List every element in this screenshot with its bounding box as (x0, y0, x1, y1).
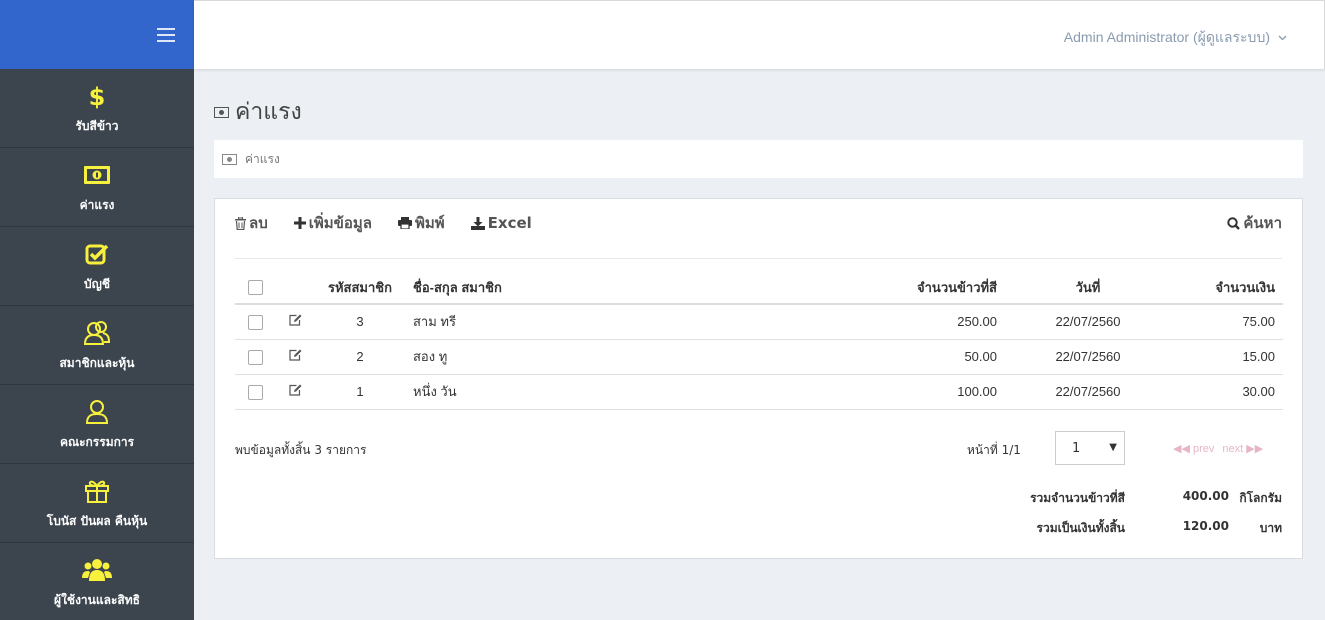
table-header-row: รหัสสมาชิก ชื่อ-สกุล สมาชิก จำนวนข้าวที่… (235, 271, 1283, 305)
select-all-checkbox[interactable] (247, 280, 263, 296)
sidebar-item-label: โบนัส ปันผล คืนหุ้น (46, 513, 148, 528)
table-row: 2 สอง ทู 50.00 22/07/2560 15.00 (235, 339, 1283, 375)
rice-amount: 50.00 (893, 339, 1013, 375)
member-code: 3 (315, 304, 405, 340)
excel-export-button[interactable]: Excel (470, 214, 532, 232)
trash-icon (235, 216, 246, 230)
page-select[interactable]: 1 ▼ (1055, 431, 1125, 465)
sidebar-item-bonus[interactable]: โบนัส ปันผล คืนหุ้น (0, 464, 194, 543)
record-date: 22/07/2560 (1013, 374, 1163, 410)
row-checkbox[interactable] (247, 384, 263, 400)
next-button[interactable]: next ▶▶ (1222, 442, 1263, 455)
check-square-icon (85, 239, 109, 269)
money-icon (222, 153, 237, 165)
gift-icon (84, 476, 110, 506)
pager: ◀◀ prev next ▶▶ (1173, 442, 1263, 455)
rice-amount: 100.00 (893, 374, 1013, 410)
page-info: หน้าที่ 1/1 (967, 443, 1021, 457)
member-code: 2 (315, 339, 405, 375)
breadcrumb: ค่าแรง (214, 140, 1303, 178)
sidebar-item-label: ผู้ใช้งานและสิทธิ (54, 592, 140, 607)
edit-icon[interactable] (288, 314, 302, 326)
sidebar-item-label: คณะกรรมการ (59, 434, 135, 449)
user-icon (85, 397, 109, 427)
toolbar: ลบ เพิ่มข้อมูล พิมพ์ Excel ค้นหา (235, 211, 1282, 235)
caret-down-icon: ▼ (1109, 442, 1117, 453)
svg-text:$: $ (89, 83, 105, 109)
money-amount: 15.00 (1163, 339, 1283, 375)
group-icon (82, 555, 112, 585)
sidebar-item-committee[interactable]: คณะกรรมการ (0, 385, 194, 464)
breadcrumb-item[interactable]: ค่าแรง (245, 150, 280, 169)
brand-bar (0, 0, 194, 69)
search-button[interactable]: ค้นหา (1227, 211, 1282, 235)
toolbar-divider (235, 258, 1282, 259)
col-date: วันที่ (1013, 271, 1163, 305)
money-amount: 30.00 (1163, 374, 1283, 410)
money-icon (83, 160, 111, 190)
col-money: จำนวนเงิน (1163, 271, 1283, 305)
prev-button[interactable]: ◀◀ prev (1173, 442, 1214, 455)
plus-icon (293, 217, 306, 229)
sidebar-item-label: บัญชี (84, 276, 110, 291)
total-money-row: รวมเป็นเงินทั้งสิ้น 120.00 บาท (1036, 519, 1282, 535)
sidebar-item-users-permissions[interactable]: ผู้ใช้งานและสิทธิ (0, 543, 194, 620)
rice-amount: 250.00 (893, 304, 1013, 340)
page-title: ค่าแรง (235, 98, 302, 124)
add-button[interactable]: เพิ่มข้อมูล (293, 211, 372, 235)
record-date: 22/07/2560 (1013, 304, 1163, 340)
money-amount: 75.00 (1163, 304, 1283, 340)
member-name: หนึ่ง วัน (405, 374, 893, 410)
table-row: 3 สาม ทรี 250.00 22/07/2560 75.00 (235, 304, 1283, 340)
money-icon (214, 106, 229, 118)
row-checkbox[interactable] (247, 314, 263, 330)
wages-table: รหัสสมาชิก ชื่อ-สกุล สมาชิก จำนวนข้าวที่… (235, 271, 1283, 410)
col-member-name: ชื่อ-สกุล สมาชิก (405, 271, 893, 305)
record-count: พบข้อมูลทั้งสิ้น 3 รายการ (235, 443, 367, 457)
sidebar-item-label: สมาชิกและหุ้น (59, 355, 135, 370)
user-name: Admin Administrator (ผู้ดูแลระบบ) (1063, 29, 1270, 45)
page-header: ค่าแรง (214, 94, 302, 130)
total-rice-row: รวมจำนวนข้าวที่สี 400.00 กิโลกรัม (1030, 489, 1282, 505)
sidebar: $ รับสีข้าว ค่าแรง บัญชี สมาชิกและหุ้น ค… (0, 0, 194, 620)
edit-icon[interactable] (288, 349, 302, 361)
search-icon (1227, 216, 1241, 230)
wages-panel: ลบ เพิ่มข้อมูล พิมพ์ Excel ค้นหา รหัสสมา… (214, 198, 1303, 559)
sidebar-item-label: ค่าแรง (79, 197, 115, 212)
sidebar-item-label: รับสีข้าว (75, 118, 119, 133)
member-name: สาม ทรี (405, 304, 893, 340)
download-icon (470, 216, 485, 230)
sidebar-item-members[interactable]: สมาชิกและหุ้น (0, 306, 194, 385)
col-member-code: รหัสสมาชิก (315, 271, 405, 305)
delete-button[interactable]: ลบ (235, 211, 268, 235)
sidebar-item-rice-milling[interactable]: $ รับสีข้าว (0, 69, 194, 148)
edit-icon[interactable] (288, 384, 302, 396)
user-menu[interactable]: Admin Administrator (ผู้ดูแลระบบ) (1064, 27, 1287, 49)
table-row: 1 หนึ่ง วัน 100.00 22/07/2560 30.00 (235, 374, 1283, 410)
col-rice-amount: จำนวนข้าวที่สี (893, 271, 1013, 305)
users-icon (83, 318, 111, 348)
chevron-down-icon (1278, 35, 1287, 41)
dollar-icon: $ (89, 81, 105, 111)
sidebar-item-accounts[interactable]: บัญชี (0, 227, 194, 306)
hamburger-menu-icon[interactable] (157, 28, 175, 42)
sidebar-item-wages[interactable]: ค่าแรง (0, 148, 194, 227)
row-checkbox[interactable] (247, 349, 263, 365)
member-code: 1 (315, 374, 405, 410)
member-name: สอง ทู (405, 339, 893, 375)
print-button[interactable]: พิมพ์ (397, 211, 445, 235)
print-icon (397, 217, 412, 229)
top-bar: Admin Administrator (ผู้ดูแลระบบ) (194, 0, 1325, 69)
record-date: 22/07/2560 (1013, 339, 1163, 375)
